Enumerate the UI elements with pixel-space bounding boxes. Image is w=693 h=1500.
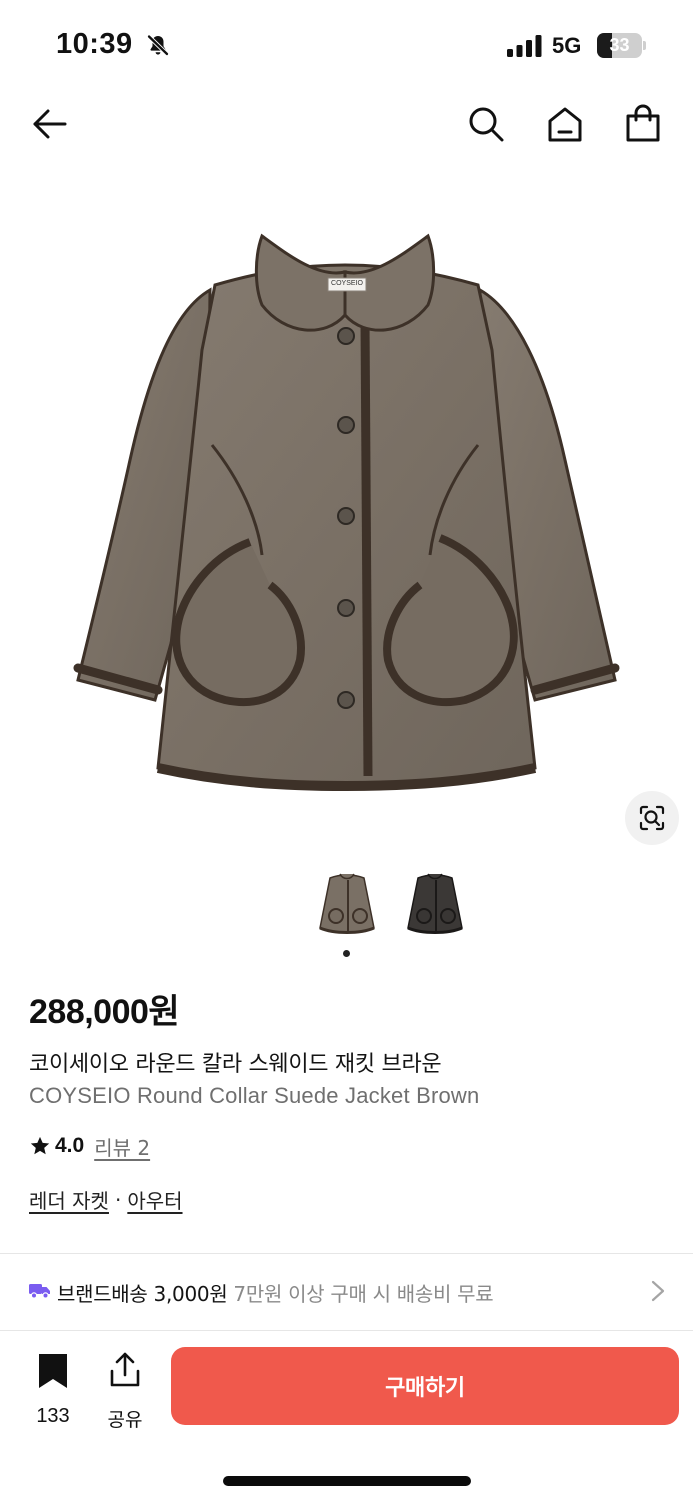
bookmark-count: 133 (36, 1405, 70, 1427)
image-thumbnails (0, 862, 693, 962)
thumbnail-brown[interactable] (310, 866, 384, 942)
battery-icon: 33 (597, 33, 647, 58)
category-link-outer[interactable]: 아우터 (127, 1185, 182, 1214)
brand-tag: COYSEIO (331, 280, 363, 287)
rating-row: 4.0 리뷰 2 (29, 1132, 150, 1161)
jacket-illustration (73, 233, 620, 792)
price-unit: 원 (148, 992, 180, 1032)
product-name-korean: 코이세이오 라운드 칼라 스웨이드 재킷 브라운 (29, 1052, 442, 1077)
shipping-label: 브랜드배송 3,000원 (57, 1282, 228, 1306)
buy-button[interactable]: 구매하기 (171, 1347, 679, 1425)
share-icon (110, 1352, 140, 1387)
star-icon (30, 1136, 50, 1155)
home-indicator (223, 1476, 471, 1486)
share-label: 공유 (107, 1409, 143, 1431)
product-price: 288,000원 (29, 984, 180, 1033)
battery-percent: 33 (609, 35, 630, 55)
thumbnail-charcoal[interactable] (398, 866, 472, 942)
search-button[interactable] (462, 100, 510, 148)
bottom-action-bar: 133 공유 구매하기 (0, 1332, 693, 1500)
signal-bars-icon (507, 35, 542, 57)
back-button[interactable] (25, 100, 73, 148)
divider (0, 1330, 693, 1331)
shipping-info-row[interactable]: 브랜드배송 3,000원 7만원 이상 구매 시 배송비 무료 (0, 1256, 693, 1326)
category-link-leather-jacket[interactable]: 레더 자켓 (29, 1185, 109, 1214)
status-bar: 10:39 5G 33 (0, 0, 693, 92)
active-image-dot (343, 950, 350, 957)
shipping-sub: 7만원 이상 구매 시 배송비 무료 (233, 1282, 494, 1306)
bell-slash-icon (146, 34, 170, 57)
lens-search-icon (639, 805, 665, 831)
shopping-bag-icon (626, 104, 660, 142)
product-image[interactable]: COYSEIO (0, 160, 693, 850)
product-name-english: COYSEIO Round Collar Suede Jacket Brown (29, 1083, 480, 1108)
search-icon (469, 107, 504, 142)
truck-icon (29, 1284, 50, 1299)
rating-value: 4.0 (55, 1134, 85, 1157)
top-nav (0, 92, 693, 156)
divider (0, 1253, 693, 1254)
category-breadcrumb: 레더 자켓 · 아우터 (29, 1185, 183, 1214)
price-number: 288,000 (29, 993, 149, 1031)
chevron-right-icon (651, 1280, 665, 1302)
status-time: 10:39 (56, 28, 133, 60)
bookmark-button[interactable]: 133 (24, 1348, 82, 1427)
cart-button[interactable] (619, 100, 667, 148)
network-label: 5G (552, 33, 582, 58)
home-icon (548, 107, 582, 142)
back-arrow-icon (33, 109, 67, 139)
bookmark-icon (39, 1354, 67, 1388)
share-button[interactable]: 공유 (97, 1348, 153, 1431)
home-button[interactable] (541, 100, 589, 148)
category-separator: · (114, 1187, 122, 1212)
shipping-text: 브랜드배송 3,000원 7만원 이상 구매 시 배송비 무료 (57, 1278, 494, 1307)
review-link[interactable]: 리뷰 2 (94, 1132, 150, 1161)
image-search-button[interactable] (625, 791, 679, 845)
